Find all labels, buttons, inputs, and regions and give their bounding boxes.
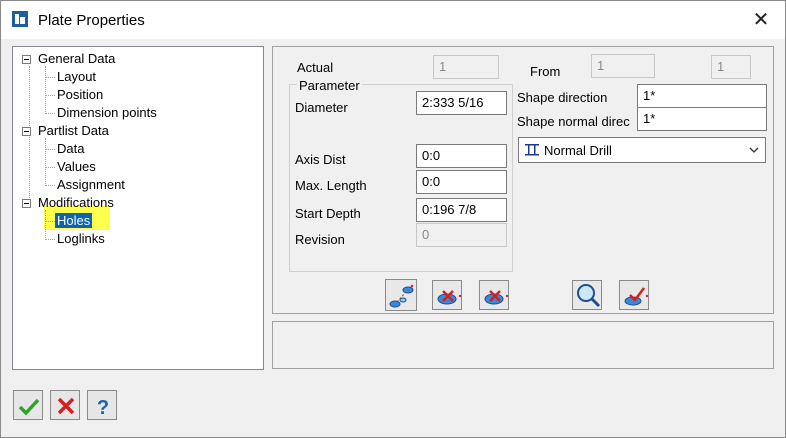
tree-connector: [46, 239, 55, 240]
max-length-label: Max. Length: [295, 178, 367, 193]
revision-field: 0: [416, 223, 507, 247]
hole-delete-icon: [437, 290, 462, 305]
ok-button[interactable]: [13, 390, 43, 420]
tree-item-holes[interactable]: Holes: [55, 212, 93, 230]
tree-connector: [46, 113, 55, 114]
tree-item-general-data[interactable]: General Data: [38, 50, 115, 68]
hole-pattern-icon: [389, 284, 414, 308]
revision-label: Revision: [295, 232, 345, 247]
collapse-toggle-partlist[interactable]: [22, 127, 31, 136]
hole-check-icon: [624, 287, 649, 306]
drill-type-value: Normal Drill: [544, 143, 612, 158]
drill-type-select[interactable]: Normal Drill: [518, 137, 766, 163]
start-depth-input[interactable]: 0:196 7/8: [416, 198, 507, 222]
tree-item-position[interactable]: Position: [57, 86, 103, 104]
help-button[interactable]: ?: [87, 390, 117, 420]
svg-text:?: ?: [97, 397, 109, 419]
tree-item-modifications[interactable]: Modifications: [38, 194, 114, 212]
shape-normal-input[interactable]: 1*: [637, 107, 767, 131]
axis-dist-label: Axis Dist: [295, 152, 346, 167]
tree-item-dimension-points[interactable]: Dimension points: [57, 104, 157, 122]
chevron-down-icon: [749, 147, 759, 153]
check-hole-button[interactable]: [619, 280, 649, 310]
delete-hole-button[interactable]: [432, 280, 462, 310]
tree-item-values[interactable]: Values: [57, 158, 96, 176]
hole-pattern-button[interactable]: [385, 279, 417, 311]
tree-branch-line: [45, 66, 46, 114]
start-depth-label: Start Depth: [295, 206, 361, 221]
actual-label: Actual: [297, 60, 334, 75]
zoom-icon: [577, 284, 601, 308]
cancel-button[interactable]: [50, 390, 80, 420]
axis-dist-input[interactable]: 0:0: [416, 144, 507, 168]
tree-item-layout[interactable]: Layout: [57, 68, 96, 86]
window-title: Plate Properties: [38, 12, 145, 29]
delete-hole-alt-button[interactable]: [479, 280, 509, 310]
hole-delete-alt-icon: [484, 290, 509, 305]
shape-normal-label: Shape normal direc: [517, 114, 630, 129]
tree-item-partlist-data[interactable]: Partlist Data: [38, 122, 109, 140]
collapse-toggle-general[interactable]: [22, 55, 31, 64]
diameter-input[interactable]: 2:333 5/16: [416, 91, 507, 115]
app-icon: [12, 11, 28, 27]
cancel-icon: [57, 397, 75, 415]
max-length-input[interactable]: 0:0: [416, 170, 507, 194]
tree-item-holes-label: Holes: [55, 213, 93, 228]
tree-item-loglinks[interactable]: Loglinks: [57, 230, 105, 248]
status-panel: [272, 321, 774, 369]
close-button[interactable]: ✕: [748, 7, 774, 33]
tree-connector: [46, 77, 55, 78]
tree-connector: [46, 185, 55, 186]
parameter-group-label: Parameter: [297, 78, 362, 93]
tree-branch-line: [45, 138, 46, 186]
from-field-secondary: 1: [711, 55, 751, 79]
tree-connector: [46, 221, 55, 222]
tree-connector: [46, 95, 55, 96]
ok-icon: [18, 398, 40, 416]
help-icon: ?: [97, 397, 109, 419]
shape-direction-input[interactable]: 1*: [637, 84, 767, 108]
tree-item-assignment[interactable]: Assignment: [57, 176, 125, 194]
from-field: 1: [591, 54, 655, 78]
drill-icon: [525, 144, 539, 156]
tree-branch-line: [45, 210, 46, 240]
diameter-label: Diameter: [295, 100, 348, 115]
tree-connector: [46, 149, 55, 150]
shape-direction-label: Shape direction: [517, 90, 608, 105]
actual-field: 1: [433, 55, 499, 79]
tree-item-data[interactable]: Data: [57, 140, 84, 158]
zoom-button[interactable]: [572, 280, 602, 310]
collapse-toggle-modifications[interactable]: [22, 199, 31, 208]
from-label: From: [530, 64, 561, 79]
tree-connector: [46, 167, 55, 168]
